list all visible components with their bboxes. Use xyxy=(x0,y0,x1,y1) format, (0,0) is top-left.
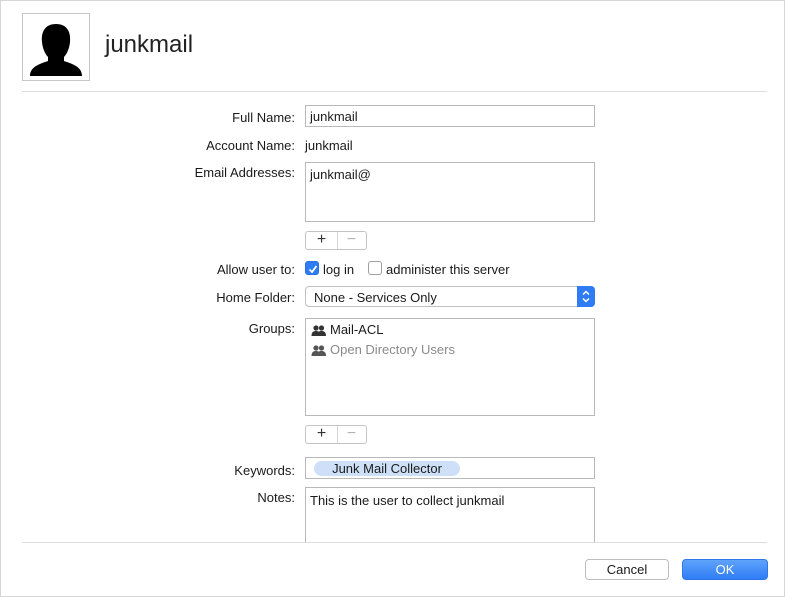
email-add-remove-control: + − xyxy=(305,231,367,250)
account-name-label: Account Name: xyxy=(206,138,295,153)
group-icon xyxy=(311,325,326,336)
administer-server-label[interactable]: administer this server xyxy=(386,262,510,277)
header-divider xyxy=(22,91,767,92)
home-folder-value: None - Services Only xyxy=(314,290,437,305)
email-add-button[interactable]: + xyxy=(306,232,338,249)
notes-textarea[interactable]: This is the user to collect junkmail xyxy=(305,487,595,543)
email-remove-button[interactable]: − xyxy=(337,232,366,249)
log-in-label[interactable]: log in xyxy=(323,262,354,277)
full-name-value: junkmail xyxy=(310,109,358,124)
group-add-button[interactable]: + xyxy=(306,426,338,443)
group-remove-button[interactable]: − xyxy=(337,426,366,443)
email-addresses-list[interactable]: junkmail@ xyxy=(305,162,595,222)
allow-user-label: Allow user to: xyxy=(216,262,295,277)
notes-label: Notes: xyxy=(257,490,295,505)
group-name: Open Directory Users xyxy=(330,342,455,357)
groups-add-remove-control: + − xyxy=(305,425,367,444)
groups-label: Groups: xyxy=(248,321,295,336)
user-detail-sheet: junkmail Full Name: junkmail Account Nam… xyxy=(0,0,785,597)
ok-button[interactable]: OK xyxy=(682,559,768,580)
email-addresses-label: Email Addresses: xyxy=(194,165,295,180)
notes-value: This is the user to collect junkmail xyxy=(310,493,505,508)
home-folder-popup[interactable]: None - Services Only xyxy=(305,286,595,307)
group-icon xyxy=(311,345,326,356)
administer-server-checkbox[interactable] xyxy=(368,261,382,275)
groups-list[interactable]: Mail-ACL Open Directory Users xyxy=(305,318,595,416)
cancel-button[interactable]: Cancel xyxy=(585,559,669,580)
keywords-token-field[interactable]: Junk Mail Collector xyxy=(305,457,595,479)
checkmark-icon xyxy=(308,265,318,274)
account-name-value: junkmail xyxy=(305,138,353,153)
user-name-title: junkmail xyxy=(105,31,194,58)
user-avatar[interactable] xyxy=(22,13,90,81)
full-name-input[interactable]: junkmail xyxy=(305,105,595,127)
updown-arrows-icon xyxy=(577,286,595,307)
log-in-checkbox[interactable] xyxy=(305,261,319,275)
full-name-label: Full Name: xyxy=(232,110,295,125)
keyword-token[interactable]: Junk Mail Collector xyxy=(314,461,460,476)
footer-divider xyxy=(22,542,767,543)
home-folder-label: Home Folder: xyxy=(216,290,295,305)
user-silhouette-icon xyxy=(30,24,82,76)
group-name: Mail-ACL xyxy=(330,322,384,337)
email-address-item[interactable]: junkmail@ xyxy=(310,167,371,182)
keywords-label: Keywords: xyxy=(234,463,295,478)
